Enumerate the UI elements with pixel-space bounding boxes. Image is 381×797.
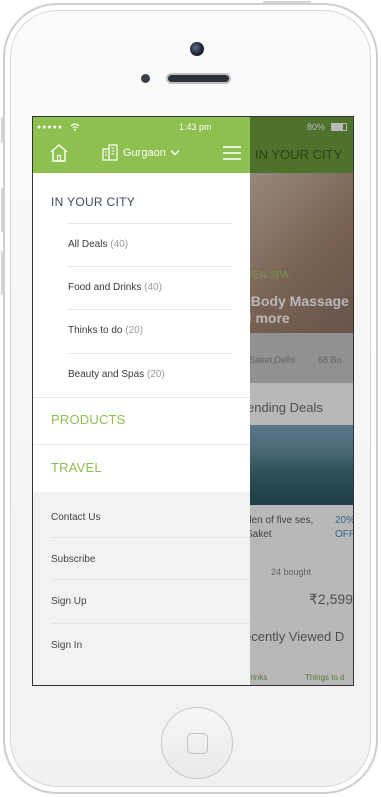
- contact-us-link[interactable]: Contact Us: [51, 512, 100, 523]
- city-buildings-icon: [102, 144, 118, 161]
- menu-item-text: All Deals: [68, 239, 108, 250]
- divider: [33, 444, 250, 445]
- menu-item-label: Food and Drinks (40): [68, 282, 162, 293]
- hamburger-menu-icon[interactable]: [223, 145, 241, 161]
- home-icon[interactable]: [49, 143, 69, 163]
- menu-item-text: Beauty and Spas: [68, 369, 145, 380]
- phone-screen: IN YOUR CITY 80% VEN SPA l Body Massage …: [32, 116, 354, 686]
- menu-products[interactable]: PRODUCTS: [51, 412, 126, 427]
- menu-item-beauty-and-spas[interactable]: Beauty and Spas (20): [68, 354, 232, 397]
- menu-item-food-and-drinks[interactable]: Food and Drinks (40): [68, 267, 232, 310]
- navigation-drawer: ●●●●● 1:43 pm Gurgaon IN YOUR CITY All D…: [33, 117, 250, 685]
- divider: [51, 537, 250, 538]
- menu-item-things-to-do[interactable]: Thinks to do (20): [68, 310, 232, 353]
- sign-up-link[interactable]: Sign Up: [51, 596, 87, 607]
- menu-item-label: Beauty and Spas (20): [68, 369, 165, 380]
- subscribe-link[interactable]: Subscribe: [51, 554, 95, 565]
- home-button[interactable]: [161, 707, 233, 779]
- chevron-down-icon: [170, 150, 180, 156]
- home-button-icon: [187, 733, 208, 754]
- menu-item-count: (20): [146, 369, 165, 380]
- city-name: Gurgaon: [123, 147, 166, 159]
- earpiece-speaker: [166, 73, 231, 84]
- divider: [33, 397, 250, 398]
- menu-item-text: Food and Drinks: [68, 282, 142, 293]
- drawer-header: ●●●●● 1:43 pm Gurgaon: [33, 117, 250, 173]
- drawer-footer: Contact Us Subscribe Sign Up Sign In: [33, 492, 250, 685]
- menu-item-text: Thinks to do: [68, 325, 123, 336]
- menu-travel[interactable]: TRAVEL: [51, 460, 102, 475]
- signal-icon: ●●●●●: [37, 124, 64, 131]
- menu-item-all-deals[interactable]: All Deals (40): [68, 224, 232, 267]
- volume-down-button: [1, 251, 4, 295]
- divider: [51, 623, 250, 624]
- menu-item-count: (40): [110, 239, 129, 250]
- in-your-city-heading[interactable]: IN YOUR CITY: [51, 195, 135, 209]
- menu-item-label: Thinks to do (20): [68, 325, 143, 336]
- divider: [51, 579, 250, 580]
- proximity-sensor: [141, 74, 150, 83]
- power-button: [263, 1, 311, 4]
- front-camera: [190, 42, 204, 56]
- mute-switch: [1, 117, 4, 143]
- volume-up-button: [1, 188, 4, 232]
- menu-item-count: (40): [144, 282, 162, 293]
- status-time: 1:43 pm: [179, 122, 212, 132]
- wifi-icon: [70, 123, 80, 131]
- menu-item-label: All Deals (40): [68, 239, 128, 250]
- sign-in-link[interactable]: Sign In: [51, 640, 82, 651]
- menu-item-count: (20): [125, 325, 144, 336]
